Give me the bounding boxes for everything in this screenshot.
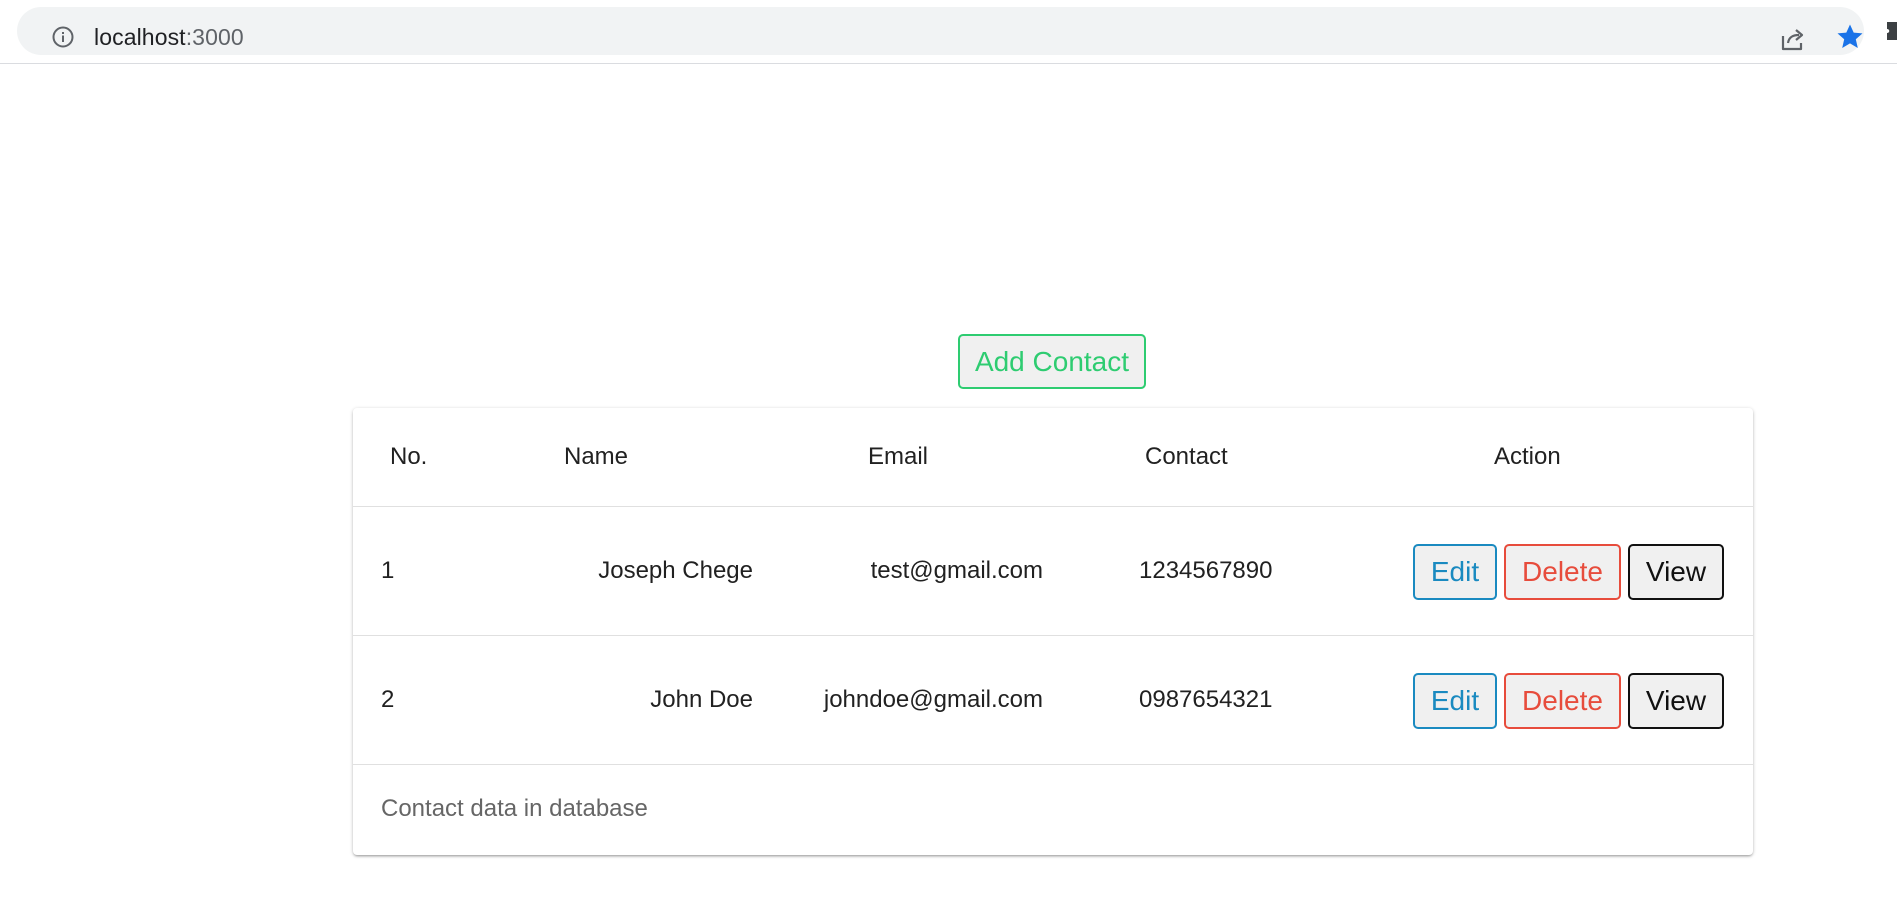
url-host: localhost [94, 24, 186, 50]
add-contact-button[interactable]: Add Contact [958, 334, 1146, 389]
cell-name: Joseph Chege [598, 557, 753, 584]
delete-button[interactable]: Delete [1504, 673, 1621, 729]
table-row: 2 John Doe johndoe@gmail.com 0987654321 … [353, 636, 1753, 765]
cell-email: johndoe@gmail.com [823, 686, 1043, 713]
cell-contact: 1234567890 [1139, 557, 1273, 584]
star-icon[interactable] [1835, 22, 1865, 52]
cell-name: John Doe [650, 686, 753, 713]
site-info-icon[interactable] [51, 25, 75, 49]
table-row: 1 Joseph Chege test@gmail.com 1234567890… [353, 507, 1753, 636]
edit-button[interactable]: Edit [1413, 673, 1497, 729]
header-no: No. [390, 443, 428, 470]
cell-no: 1 [381, 557, 395, 584]
cell-contact: 0987654321 [1139, 686, 1273, 713]
cell-no: 2 [381, 686, 395, 713]
header-name: Name [564, 443, 629, 470]
header-email: Email [868, 443, 929, 470]
edit-button[interactable]: Edit [1413, 544, 1497, 600]
header-action: Action [1494, 443, 1561, 470]
url-text[interactable]: localhost:3000 [94, 22, 244, 52]
view-button[interactable]: View [1628, 544, 1724, 600]
table-caption: Contact data in database [381, 795, 648, 822]
address-bar[interactable]: localhost:3000 [17, 7, 1864, 55]
table-header-row: No. Name Email Contact Action [353, 408, 1753, 507]
extension-icon[interactable] [1885, 18, 1897, 44]
contacts-table: No. Name Email Contact Action 1 Joseph C… [353, 408, 1753, 855]
browser-toolbar: localhost:3000 [0, 0, 1897, 64]
cell-email: test@gmail.com [870, 557, 1043, 584]
header-contact: Contact [1145, 443, 1228, 470]
url-port: :3000 [185, 24, 244, 50]
view-button[interactable]: View [1628, 673, 1724, 729]
share-icon[interactable] [1779, 25, 1807, 53]
delete-button[interactable]: Delete [1504, 544, 1621, 600]
